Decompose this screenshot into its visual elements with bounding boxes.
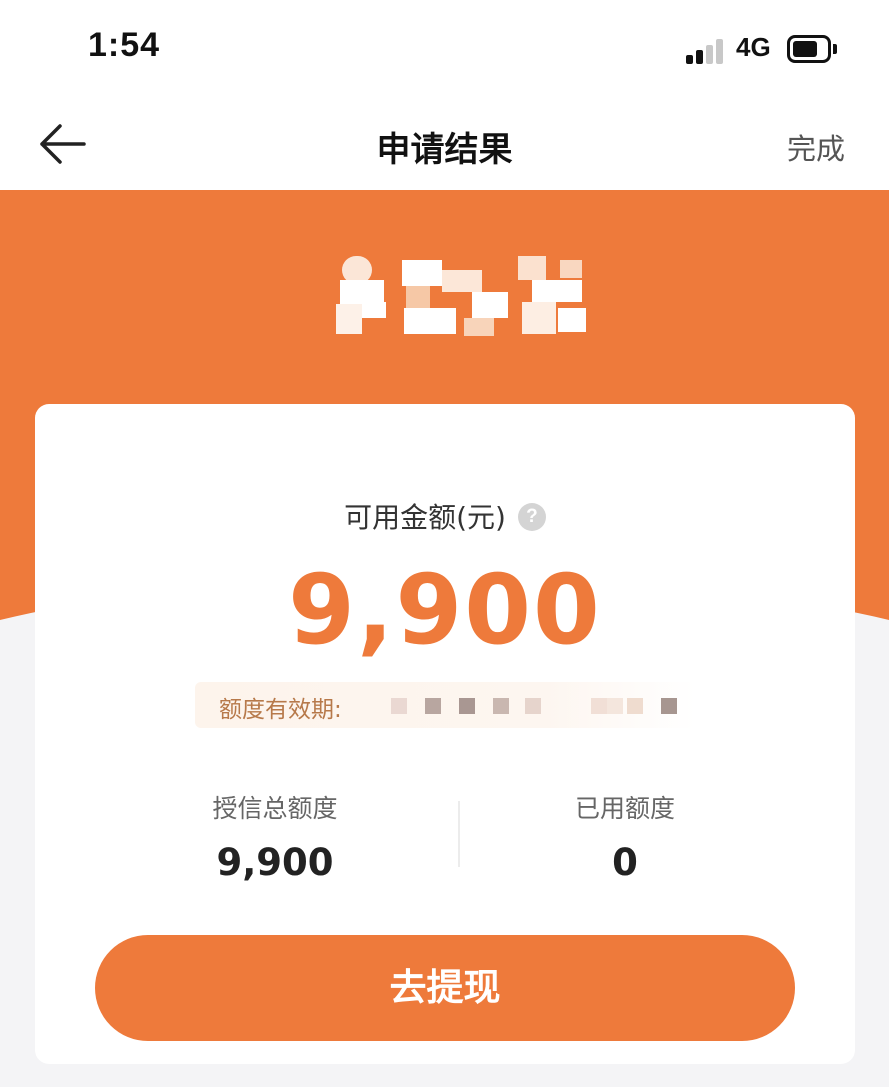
validity-label: 额度有效期: xyxy=(219,697,342,723)
used-credit-label: 已用额度 xyxy=(574,794,675,823)
page-title: 申请结果 xyxy=(376,130,513,170)
stat-divider xyxy=(458,801,460,867)
done-button[interactable]: 完成 xyxy=(787,126,845,168)
used-credit-stat: 已用额度 0 xyxy=(495,789,755,884)
total-credit-value: 9,900 xyxy=(216,841,334,884)
brand-logo xyxy=(322,246,594,346)
credit-card-panel: 可用金额(元)? 9,900 额度有效期: 授信总额度 9,900 已用额度 0… xyxy=(35,404,855,1064)
available-amount: 9,900 xyxy=(288,554,602,666)
used-credit-value: 0 xyxy=(612,841,638,884)
signal-bars-icon xyxy=(686,38,726,64)
available-amount-label: 可用金额(元)? xyxy=(35,496,855,536)
withdraw-button[interactable]: 去提现 xyxy=(95,935,795,1041)
network-type: 4G xyxy=(736,32,771,62)
total-credit-stat: 授信总额度 9,900 xyxy=(145,789,405,884)
status-bar: 1:54 4G xyxy=(0,0,889,98)
battery-icon xyxy=(787,35,837,63)
help-icon[interactable]: ? xyxy=(517,503,546,531)
status-time: 1:54 xyxy=(88,26,161,64)
nav-bar: 申请结果 完成 xyxy=(0,98,889,190)
total-credit-label: 授信总额度 xyxy=(212,794,338,823)
validity-row: 额度有效期: xyxy=(195,682,695,728)
